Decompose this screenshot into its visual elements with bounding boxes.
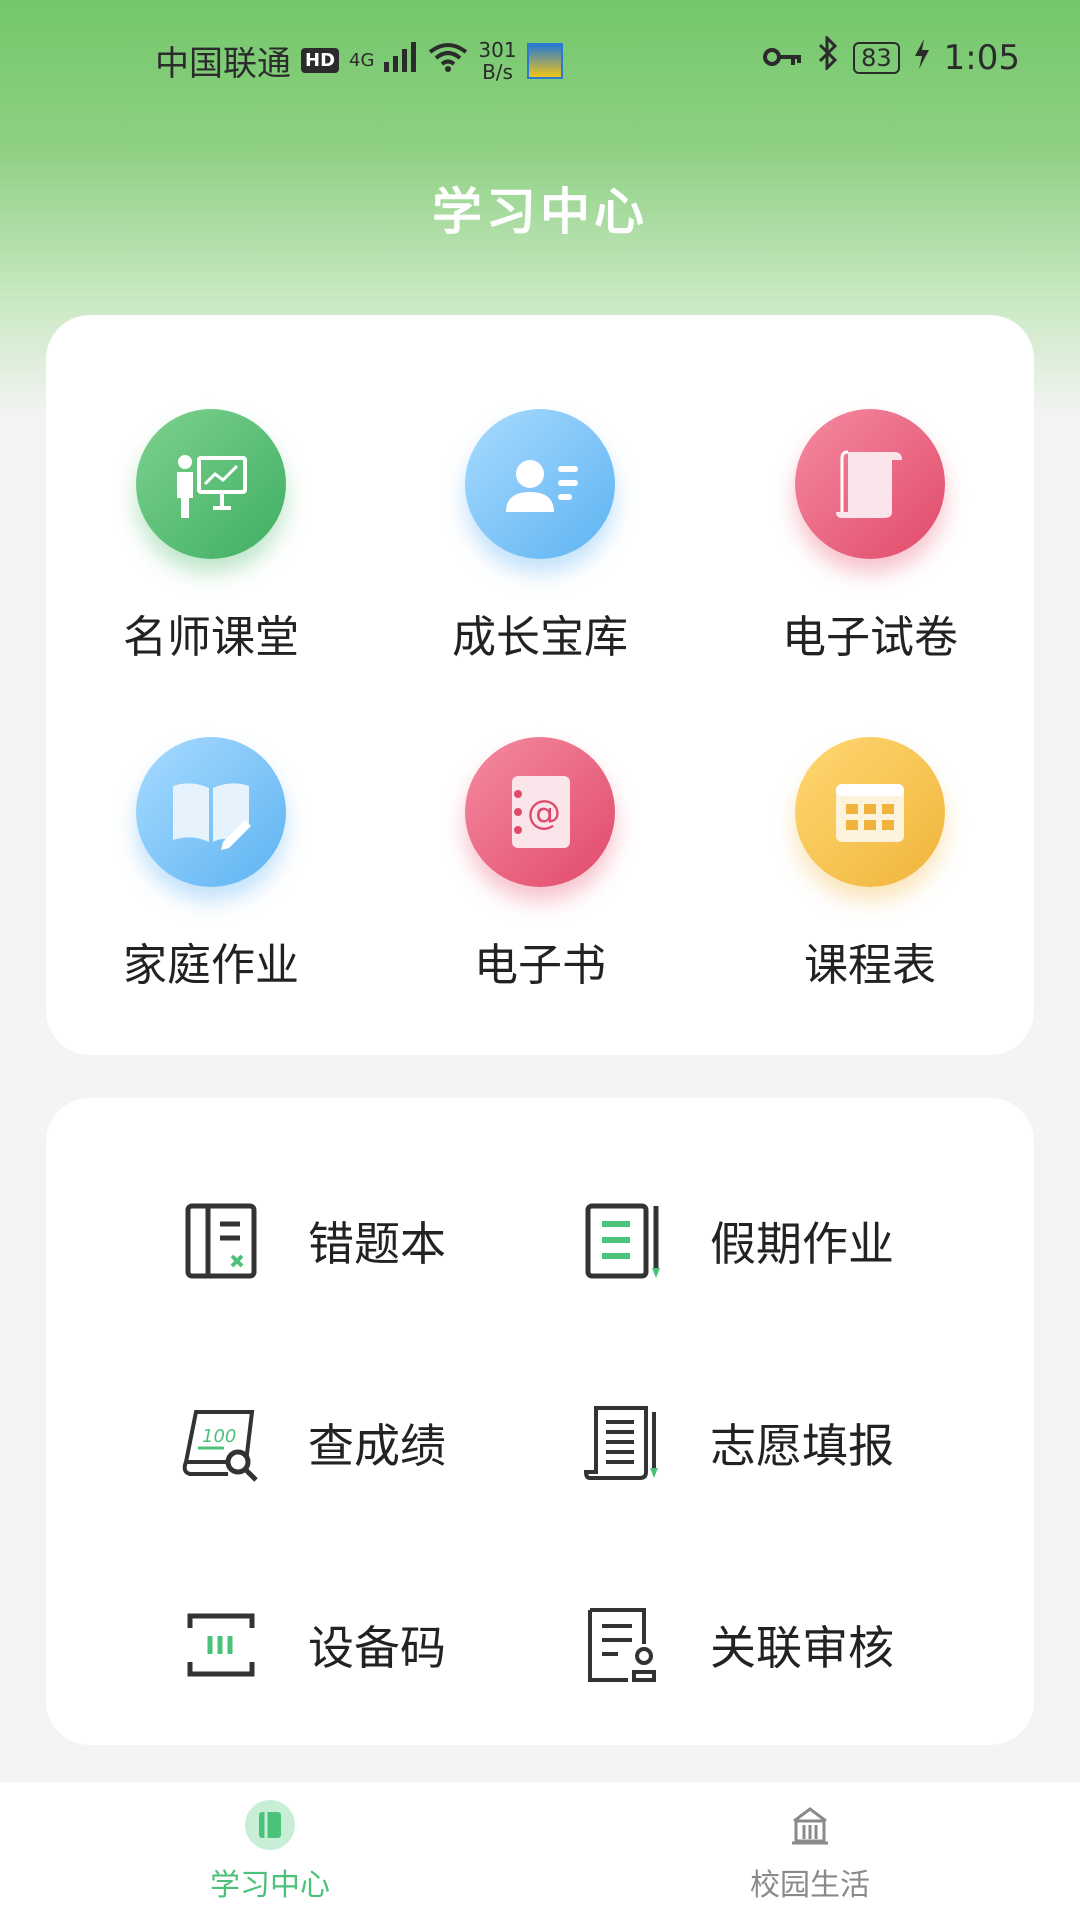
tool-item-link-review[interactable]: 关联审核 (578, 1585, 894, 1705)
tool-label: 错题本 (308, 1217, 446, 1271)
scroll-paper-icon (795, 409, 945, 559)
school-building-icon (783, 1798, 837, 1852)
device-code-icon (176, 1600, 266, 1690)
feature-item-ebook[interactable]: @ 电子书 (375, 737, 705, 993)
network-speed: 301 B/s (478, 39, 516, 83)
battery-level: 83 (853, 41, 900, 74)
timetable-grid-icon (795, 737, 945, 887)
feature-label: 家庭作业 (123, 940, 299, 991)
book-tab-icon (243, 1798, 297, 1852)
carrier-name: 中国联通 (155, 44, 291, 84)
link-review-icon (578, 1600, 668, 1690)
charging-icon (914, 38, 930, 78)
notebook-mistakes-icon (176, 1196, 266, 1286)
teacher-presentation-icon (136, 409, 286, 559)
key-icon (763, 38, 803, 78)
profile-card-icon (465, 409, 615, 559)
tool-item-application[interactable]: 志愿填报 (578, 1383, 894, 1503)
address-book-icon: @ (465, 737, 615, 887)
feature-item-teacher-class[interactable]: 名师课堂 (46, 409, 376, 665)
svg-text:@: @ (527, 793, 561, 833)
feature-label: 名师课堂 (123, 612, 299, 663)
status-right: 83 1:05 (763, 34, 1020, 79)
nav-tab-learning-center[interactable]: 学习中心 (0, 1782, 540, 1920)
tool-item-device-code[interactable]: 设备码 (176, 1585, 446, 1705)
open-book-pencil-icon (136, 737, 286, 887)
tool-label: 关联审核 (710, 1621, 894, 1675)
feature-label: 成长宝库 (452, 612, 628, 663)
tool-label: 志愿填报 (710, 1419, 894, 1473)
tool-label: 假期作业 (710, 1217, 894, 1271)
hd-badge: HD (301, 48, 340, 73)
tool-label: 设备码 (308, 1621, 446, 1675)
bottom-navigation: 学习中心 校园生活 (0, 1782, 1080, 1920)
tools-card: 错题本 假期作业 100 查成绩 志愿填报 设备码 关联审核 (46, 1098, 1034, 1745)
score-search-icon: 100 (176, 1398, 266, 1488)
clock: 1:05 (943, 37, 1020, 78)
svg-text:100: 100 (202, 1426, 236, 1447)
feature-item-homework[interactable]: 家庭作业 (46, 737, 376, 993)
tool-item-check-scores[interactable]: 100 查成绩 (176, 1383, 446, 1503)
tool-item-mistake-book[interactable]: 错题本 (176, 1181, 446, 1301)
bluetooth-icon (817, 34, 839, 79)
nav-label: 学习中心 (210, 1868, 330, 1903)
status-bar: 中国联通 HD 4G 301 B/s 83 1:05 (0, 0, 1080, 120)
feature-label: 电子书 (474, 940, 606, 991)
speed-value: 301 (478, 37, 517, 62)
status-left: 中国联通 HD 4G 301 B/s (155, 36, 563, 85)
application-form-icon (578, 1398, 668, 1488)
nav-tab-campus-life[interactable]: 校园生活 (540, 1782, 1080, 1920)
signal-icon (384, 41, 418, 81)
tool-label: 查成绩 (308, 1419, 446, 1473)
app-notification-icon (526, 42, 563, 79)
tool-item-holiday-homework[interactable]: 假期作业 (578, 1181, 894, 1301)
feature-item-growth-treasury[interactable]: 成长宝库 (375, 409, 705, 665)
network-type: 4G (349, 49, 375, 71)
speed-unit: B/s (482, 59, 513, 84)
feature-item-e-exam[interactable]: 电子试卷 (705, 409, 1035, 665)
feature-item-timetable[interactable]: 课程表 (705, 737, 1035, 993)
feature-label: 课程表 (804, 940, 936, 991)
nav-label: 校园生活 (750, 1868, 870, 1903)
holiday-homework-icon (578, 1196, 668, 1286)
feature-label: 电子试卷 (782, 612, 958, 663)
page-title: 学习中心 (432, 183, 648, 241)
feature-card: 名师课堂 成长宝库 电子试卷 家庭作业 @ 电子书 课程表 (46, 315, 1034, 1055)
wifi-icon (428, 41, 468, 81)
